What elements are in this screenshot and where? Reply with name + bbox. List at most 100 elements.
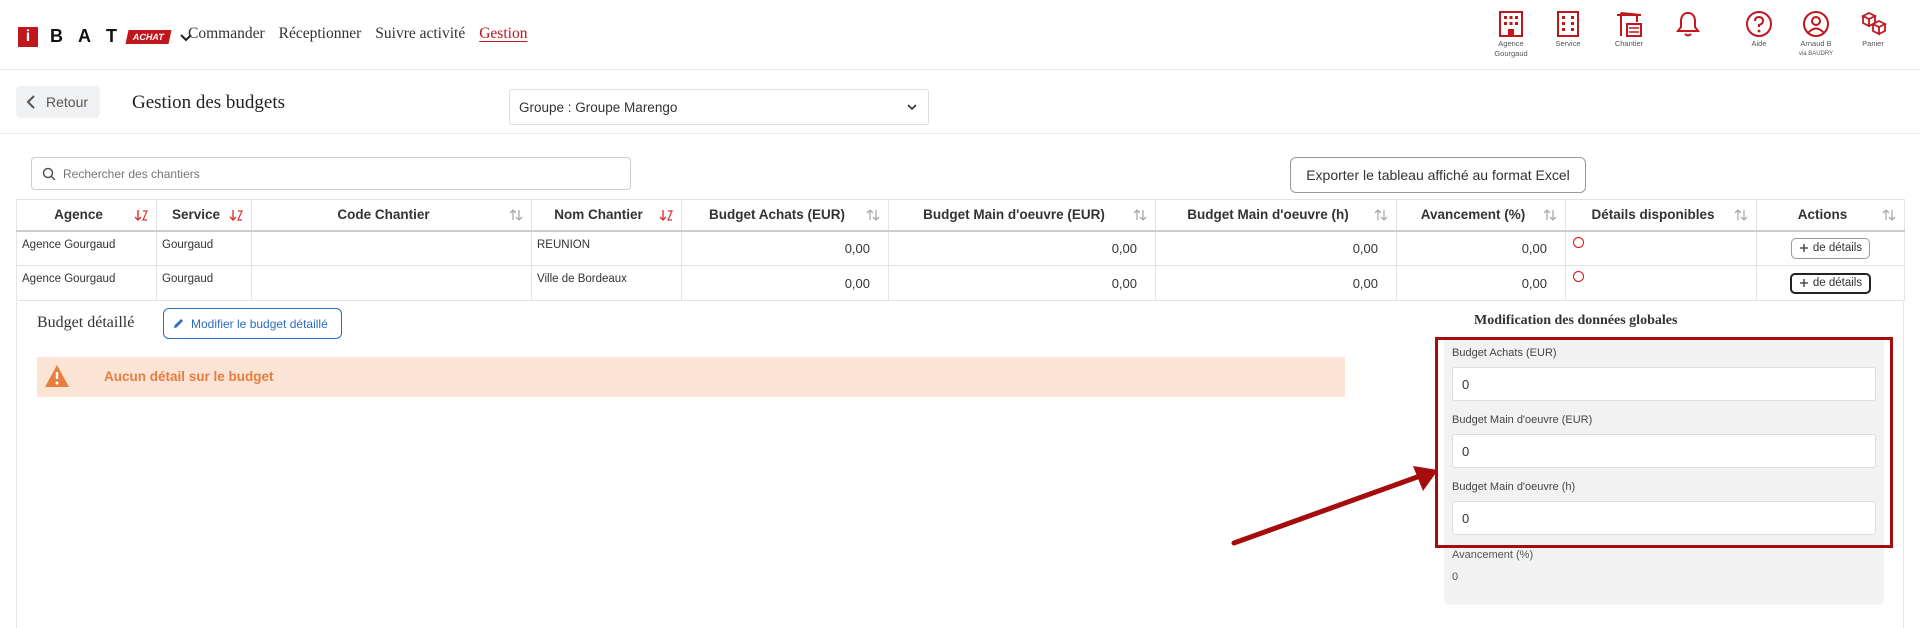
col-nom-chantier[interactable]: Nom Chantier [531,199,682,232]
agence-shortcut[interactable]: Agence Gourgaud [1483,10,1539,58]
col-label: Budget Main d'oeuvre (EUR) [923,207,1105,223]
nav-suivre-activite[interactable]: Suivre activité [375,25,465,43]
field-label: Budget Main d'oeuvre (h) [1452,481,1576,493]
cell-budget-mo-h: 0,00 [1155,230,1397,266]
no-details-icon [1573,271,1584,282]
col-budget-achats[interactable]: Budget Achats (EUR) [681,199,889,232]
sort-icon[interactable] [509,208,523,222]
help-button[interactable]: Aide [1731,10,1787,48]
pencil-icon [174,319,183,328]
cart-button[interactable]: Panier [1845,10,1901,48]
global-data-title: Modification des données globales [1474,313,1678,328]
sort-icon[interactable] [1882,208,1896,222]
sub-header: Retour Gestion des budgets Groupe : Grou… [0,70,1920,134]
table-row[interactable]: Agence Gourgaud Gourgaud Ville de Bordea… [16,265,1905,301]
user-icon [1803,11,1829,37]
col-label: Budget Main d'oeuvre (h) [1187,207,1349,223]
user-via: via BAUDRY [1798,51,1834,57]
sort-icon[interactable] [1543,208,1557,222]
cell-actions: de détails [1756,265,1905,301]
col-service[interactable]: Service [156,199,252,232]
budget-achats-input[interactable]: 0 [1452,367,1876,401]
col-code-chantier[interactable]: Code Chantier [251,199,532,232]
nav-commander[interactable]: Commander [188,25,265,43]
cell-avancement: 0,00 [1396,265,1566,301]
details-button-label: de détails [1812,242,1863,255]
avancement-value: 0 [1452,571,1459,583]
warning-icon [45,365,69,387]
cell-service: Gourgaud [156,230,252,266]
group-select[interactable]: Groupe : Groupe Marengo [509,89,929,125]
cell-details [1565,230,1757,266]
achat-badge: ACHAT [125,29,172,44]
crane-icon [1617,12,1642,37]
details-button-label: de détails [1812,277,1863,289]
help-icon [1746,11,1772,37]
col-avancement[interactable]: Avancement (%) [1396,199,1566,232]
building-icon [1499,11,1523,37]
cart-icon [1860,11,1887,36]
chevron-down-icon [907,104,917,111]
col-budget-mo-h[interactable]: Budget Main d'oeuvre (h) [1155,199,1397,232]
back-button[interactable]: Retour [16,86,100,118]
details-button[interactable]: de détails [1789,272,1872,294]
no-detail-alert: Aucun détail sur le budget [37,357,1345,397]
service-label: Service [1555,39,1581,48]
plus-icon [1799,279,1808,287]
details-button[interactable]: de détails [1790,237,1871,259]
col-details-disponibles[interactable]: Détails disponibles [1565,199,1757,232]
budget-detail-title: Budget détaillé [37,314,135,331]
search-input[interactable] [63,166,583,181]
col-label: Avancement (%) [1420,207,1526,223]
table-row[interactable]: Agence Gourgaud Gourgaud REUNION 0,00 0,… [16,230,1905,266]
col-label: Nom Chantier [554,207,643,223]
col-agence[interactable]: Agence [16,199,157,232]
logo-letter: B [50,26,63,46]
agence-label-2: Gourgaud [1494,49,1528,58]
modify-label: Modifier le budget détaillé [191,316,328,331]
col-label: Budget Achats (EUR) [708,207,845,223]
sort-icon[interactable] [1133,208,1147,222]
sort-active-icon[interactable] [659,208,673,222]
budget-table: Agence Service Code Chantier Nom Chantie… [16,199,1905,301]
budget-mo-h-input[interactable]: 0 [1452,501,1876,535]
export-excel-button[interactable]: Exporter le tableau affiché au format Ex… [1290,157,1586,193]
col-actions[interactable]: Actions [1756,199,1905,232]
cell-budget-achats: 0,00 [681,230,889,266]
top-header: i B A T ACHAT Commander Réceptionner Sui… [0,0,1920,70]
sort-icon[interactable] [1374,208,1388,222]
no-details-icon [1573,236,1584,248]
notifications-button[interactable] [1660,10,1716,38]
user-menu[interactable]: Arnaud B via BAUDRY [1788,10,1844,58]
cell-nom: Ville de Bordeaux [531,265,682,301]
sort-icon[interactable] [866,208,880,222]
cell-code [251,265,532,301]
cell-actions: de détails [1756,230,1905,266]
alert-text: Aucun détail sur le budget [104,369,274,384]
budget-mo-eur-input[interactable]: 0 [1452,434,1876,468]
cell-details [1565,265,1757,301]
modify-detailed-budget-button[interactable]: Modifier le budget détaillé [163,308,342,339]
sort-active-icon[interactable] [134,208,148,222]
sort-active-icon[interactable] [229,208,243,222]
logo-wordmark: B A T [50,26,117,47]
search-field[interactable] [31,157,631,190]
ibat-logo[interactable]: i B A T ACHAT [18,26,194,47]
agence-label-1: Agence [1498,39,1524,48]
col-budget-mo-eur[interactable]: Budget Main d'oeuvre (EUR) [888,199,1156,232]
chantier-shortcut[interactable]: Chantier [1601,10,1657,48]
main-nav: Commander Réceptionner Suivre activité G… [188,25,527,43]
logo-letter: A [78,26,91,46]
cell-avancement: 0,00 [1396,230,1566,266]
cell-agence: Agence Gourgaud [16,265,157,301]
field-label: Budget Achats (EUR) [1452,347,1557,359]
nav-gestion[interactable]: Gestion [479,25,527,43]
col-label: Agence [54,207,103,223]
plus-icon [1799,244,1808,253]
cell-agence: Agence Gourgaud [16,230,157,266]
page-title: Gestion des budgets [132,92,286,113]
back-label: Retour [46,94,89,110]
nav-receptionner[interactable]: Réceptionner [279,25,362,43]
sort-icon[interactable] [1734,208,1748,222]
service-shortcut[interactable]: Service [1540,10,1596,48]
